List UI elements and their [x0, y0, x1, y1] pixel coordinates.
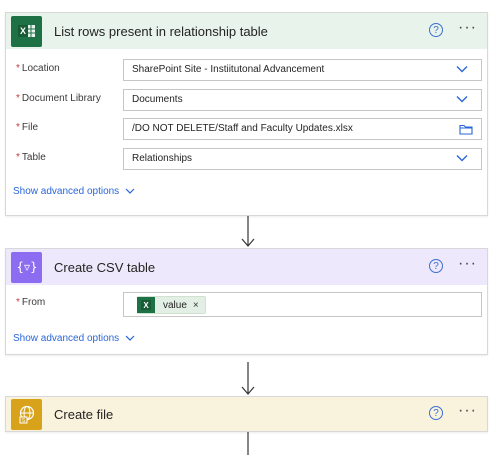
help-icon[interactable]: ?	[429, 23, 443, 37]
svg-text:X: X	[19, 26, 25, 36]
help-icon[interactable]: ?	[429, 406, 443, 420]
more-options-icon[interactable]: ···	[458, 20, 477, 36]
folder-icon[interactable]	[459, 123, 473, 135]
data-operation-icon: {▿}	[11, 251, 42, 283]
list-rows-card: X List rows present in relationship tabl…	[5, 12, 488, 216]
list-rows-header[interactable]: X List rows present in relationship tabl…	[6, 13, 487, 49]
field-value: SharePoint Site - Instiitutonal Advancem…	[132, 64, 325, 75]
card-title: List rows present in relationship table	[54, 23, 268, 39]
chevron-down-icon[interactable]	[456, 63, 468, 75]
file-input[interactable]: /DO NOT DELETE/Staff and Faculty Updates…	[123, 118, 482, 140]
location-field: * Location SharePoint Site - Instiitutona…	[6, 59, 487, 81]
chevron-down-icon[interactable]	[456, 93, 468, 105]
table-dropdown[interactable]: Relationships	[123, 148, 482, 170]
create-file-header[interactable]: S Create file ? ···	[6, 397, 487, 431]
location-dropdown[interactable]: SharePoint Site - Instiitutonal Advancem…	[123, 59, 482, 81]
dynamic-content-token[interactable]: X value ×	[137, 296, 206, 314]
field-value: /DO NOT DELETE/Staff and Faculty Updates…	[132, 123, 353, 134]
field-value: Relationships	[132, 153, 193, 164]
svg-text:X: X	[143, 301, 149, 310]
flow-arrow-icon	[241, 216, 255, 247]
chevron-down-icon[interactable]	[456, 152, 468, 164]
show-advanced-options-link[interactable]: Show advanced options	[13, 186, 135, 197]
show-advanced-options-link[interactable]: Show advanced options	[13, 333, 135, 344]
remove-token-icon[interactable]: ×	[193, 300, 199, 311]
excel-icon: X	[137, 297, 155, 313]
field-label: * Document Library	[16, 93, 101, 104]
more-options-icon[interactable]: ···	[458, 256, 477, 272]
table-field: * Table Relationships	[6, 148, 487, 170]
create-csv-card: {▿} Create CSV table ? ··· * From X value…	[5, 248, 488, 355]
svg-text:{▿}: {▿}	[17, 260, 37, 274]
card-title: Create file	[54, 406, 114, 422]
from-field: * From X value ×	[6, 292, 487, 317]
field-label: * Location	[16, 63, 60, 74]
document-library-dropdown[interactable]: Documents	[123, 89, 482, 111]
chevron-down-icon	[125, 188, 135, 195]
token-label: value	[163, 299, 187, 311]
field-label: * From	[16, 297, 46, 308]
sharepoint-globe-icon: S	[11, 398, 42, 430]
from-input[interactable]: X value ×	[123, 292, 482, 317]
field-value: Documents	[132, 94, 183, 105]
file-field: * File /DO NOT DELETE/Staff and Faculty U…	[6, 118, 487, 140]
flow-arrow-icon	[241, 362, 255, 395]
document-library-field: * Document Library Documents	[6, 89, 487, 111]
create-file-card: S Create file ? ···	[5, 396, 488, 432]
flow-connector-line	[247, 432, 249, 455]
excel-icon: X	[11, 15, 42, 47]
more-options-icon[interactable]: ···	[458, 403, 477, 419]
chevron-down-icon	[125, 335, 135, 342]
field-label: * Table	[16, 152, 46, 163]
field-label: * File	[16, 122, 39, 133]
help-icon[interactable]: ?	[429, 259, 443, 273]
create-csv-header[interactable]: {▿} Create CSV table ? ···	[6, 249, 487, 285]
card-title: Create CSV table	[54, 259, 156, 275]
